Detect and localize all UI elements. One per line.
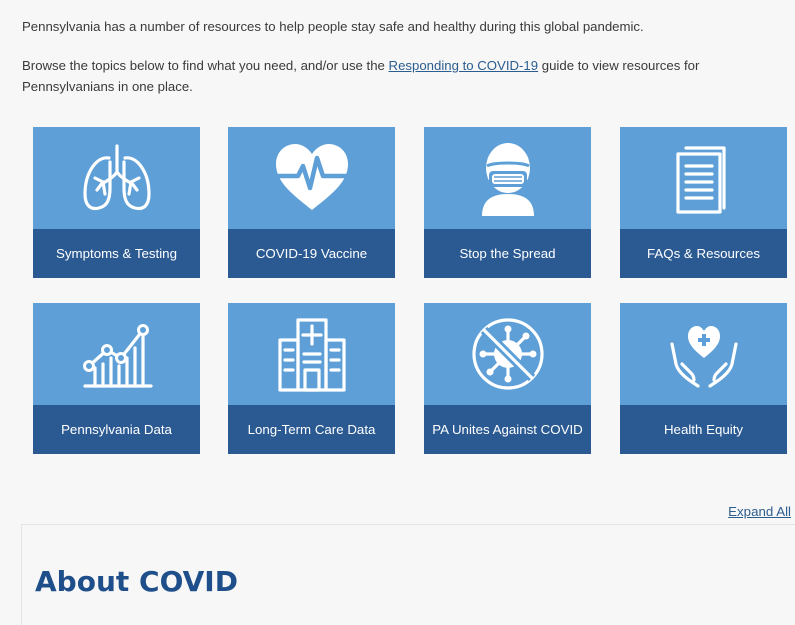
tile-covid-vaccine[interactable]: COVID-19 Vaccine <box>228 127 395 278</box>
no-virus-icon <box>471 318 544 390</box>
tile-pennsylvania-data[interactable]: Pennsylvania Data <box>33 303 200 454</box>
expand-all-link[interactable]: Expand All <box>728 504 791 519</box>
responding-to-covid-link[interactable]: Responding to COVID-19 <box>389 58 539 73</box>
tile-label: Pennsylvania Data <box>33 405 200 454</box>
tile-symptoms-testing[interactable]: Symptoms & Testing <box>33 127 200 278</box>
chart-icon <box>82 324 153 388</box>
tile-stop-the-spread[interactable]: Stop the Spread <box>424 127 591 278</box>
tile-pa-unites-against-covid[interactable]: PA Unites Against COVID <box>424 303 591 454</box>
intro-line-2: Browse the topics below to find what you… <box>22 55 782 97</box>
documents-icon <box>675 146 726 214</box>
tile-label: PA Unites Against COVID <box>424 405 591 454</box>
tile-faqs-resources[interactable]: FAQs & Resources <box>620 127 787 278</box>
tile-long-term-care-data[interactable]: Long-Term Care Data <box>228 303 395 454</box>
tile-label: Stop the Spread <box>424 229 591 278</box>
section-title: About COVID <box>35 565 238 598</box>
tile-label: COVID-19 Vaccine <box>228 229 395 278</box>
intro-line-2-before: Browse the topics below to find what you… <box>22 58 389 73</box>
masked-person-icon <box>481 143 534 216</box>
hands-heart-icon <box>669 326 738 388</box>
tile-label: Symptoms & Testing <box>33 229 200 278</box>
intro-text: Pennsylvania has a number of resources t… <box>22 16 782 115</box>
hospital-icon <box>277 318 346 392</box>
lungs-icon <box>82 144 151 211</box>
tile-label: FAQs & Resources <box>620 229 787 278</box>
tile-health-equity[interactable]: Health Equity <box>620 303 787 454</box>
intro-line-1: Pennsylvania has a number of resources t… <box>22 19 644 34</box>
tile-label: Long-Term Care Data <box>228 405 395 454</box>
tile-label: Health Equity <box>620 405 787 454</box>
heartbeat-icon <box>275 144 348 210</box>
